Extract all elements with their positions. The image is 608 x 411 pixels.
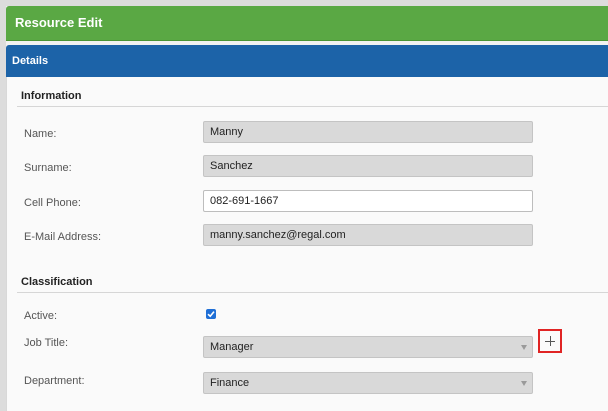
name-field[interactable]: Manny [203,121,533,143]
job-title-select[interactable]: Manager [203,336,533,358]
active-label: Active: [24,310,58,322]
job-title-label: Job Title: [24,337,69,349]
details-header: Details [6,45,608,77]
email-field[interactable]: manny.sanchez@regal.com [203,224,533,246]
surname-label: Surname: [24,162,72,174]
email-label: E-Mail Address: [24,231,102,243]
details-title: Details [12,55,49,67]
surname-field[interactable]: Sanchez [203,155,533,177]
resource-edit-header: Resource Edit [6,6,608,41]
department-select[interactable]: Finance [203,372,533,394]
cell-phone-label: Cell Phone: [24,197,81,209]
classification-section-title: Classification [21,276,93,288]
section-divider [17,106,608,107]
section-divider [17,292,608,293]
details-panel: Information Name: Manny Surname: Sanchez… [6,77,608,411]
check-icon [207,311,215,318]
department-value: Finance [210,377,250,389]
resource-edit-page: Resource Edit Details Information Name: … [6,6,608,411]
chevron-down-icon [521,345,527,350]
active-checkbox[interactable] [206,309,216,319]
cell-phone-field[interactable]: 082-691-1667 [203,190,533,212]
department-label: Department: [24,375,85,387]
page-title: Resource Edit [15,15,103,30]
chevron-down-icon [521,381,527,386]
name-label: Name: [24,128,57,140]
job-title-value: Manager [210,341,254,353]
add-job-title-button[interactable] [538,329,562,353]
information-section-title: Information [21,90,82,102]
